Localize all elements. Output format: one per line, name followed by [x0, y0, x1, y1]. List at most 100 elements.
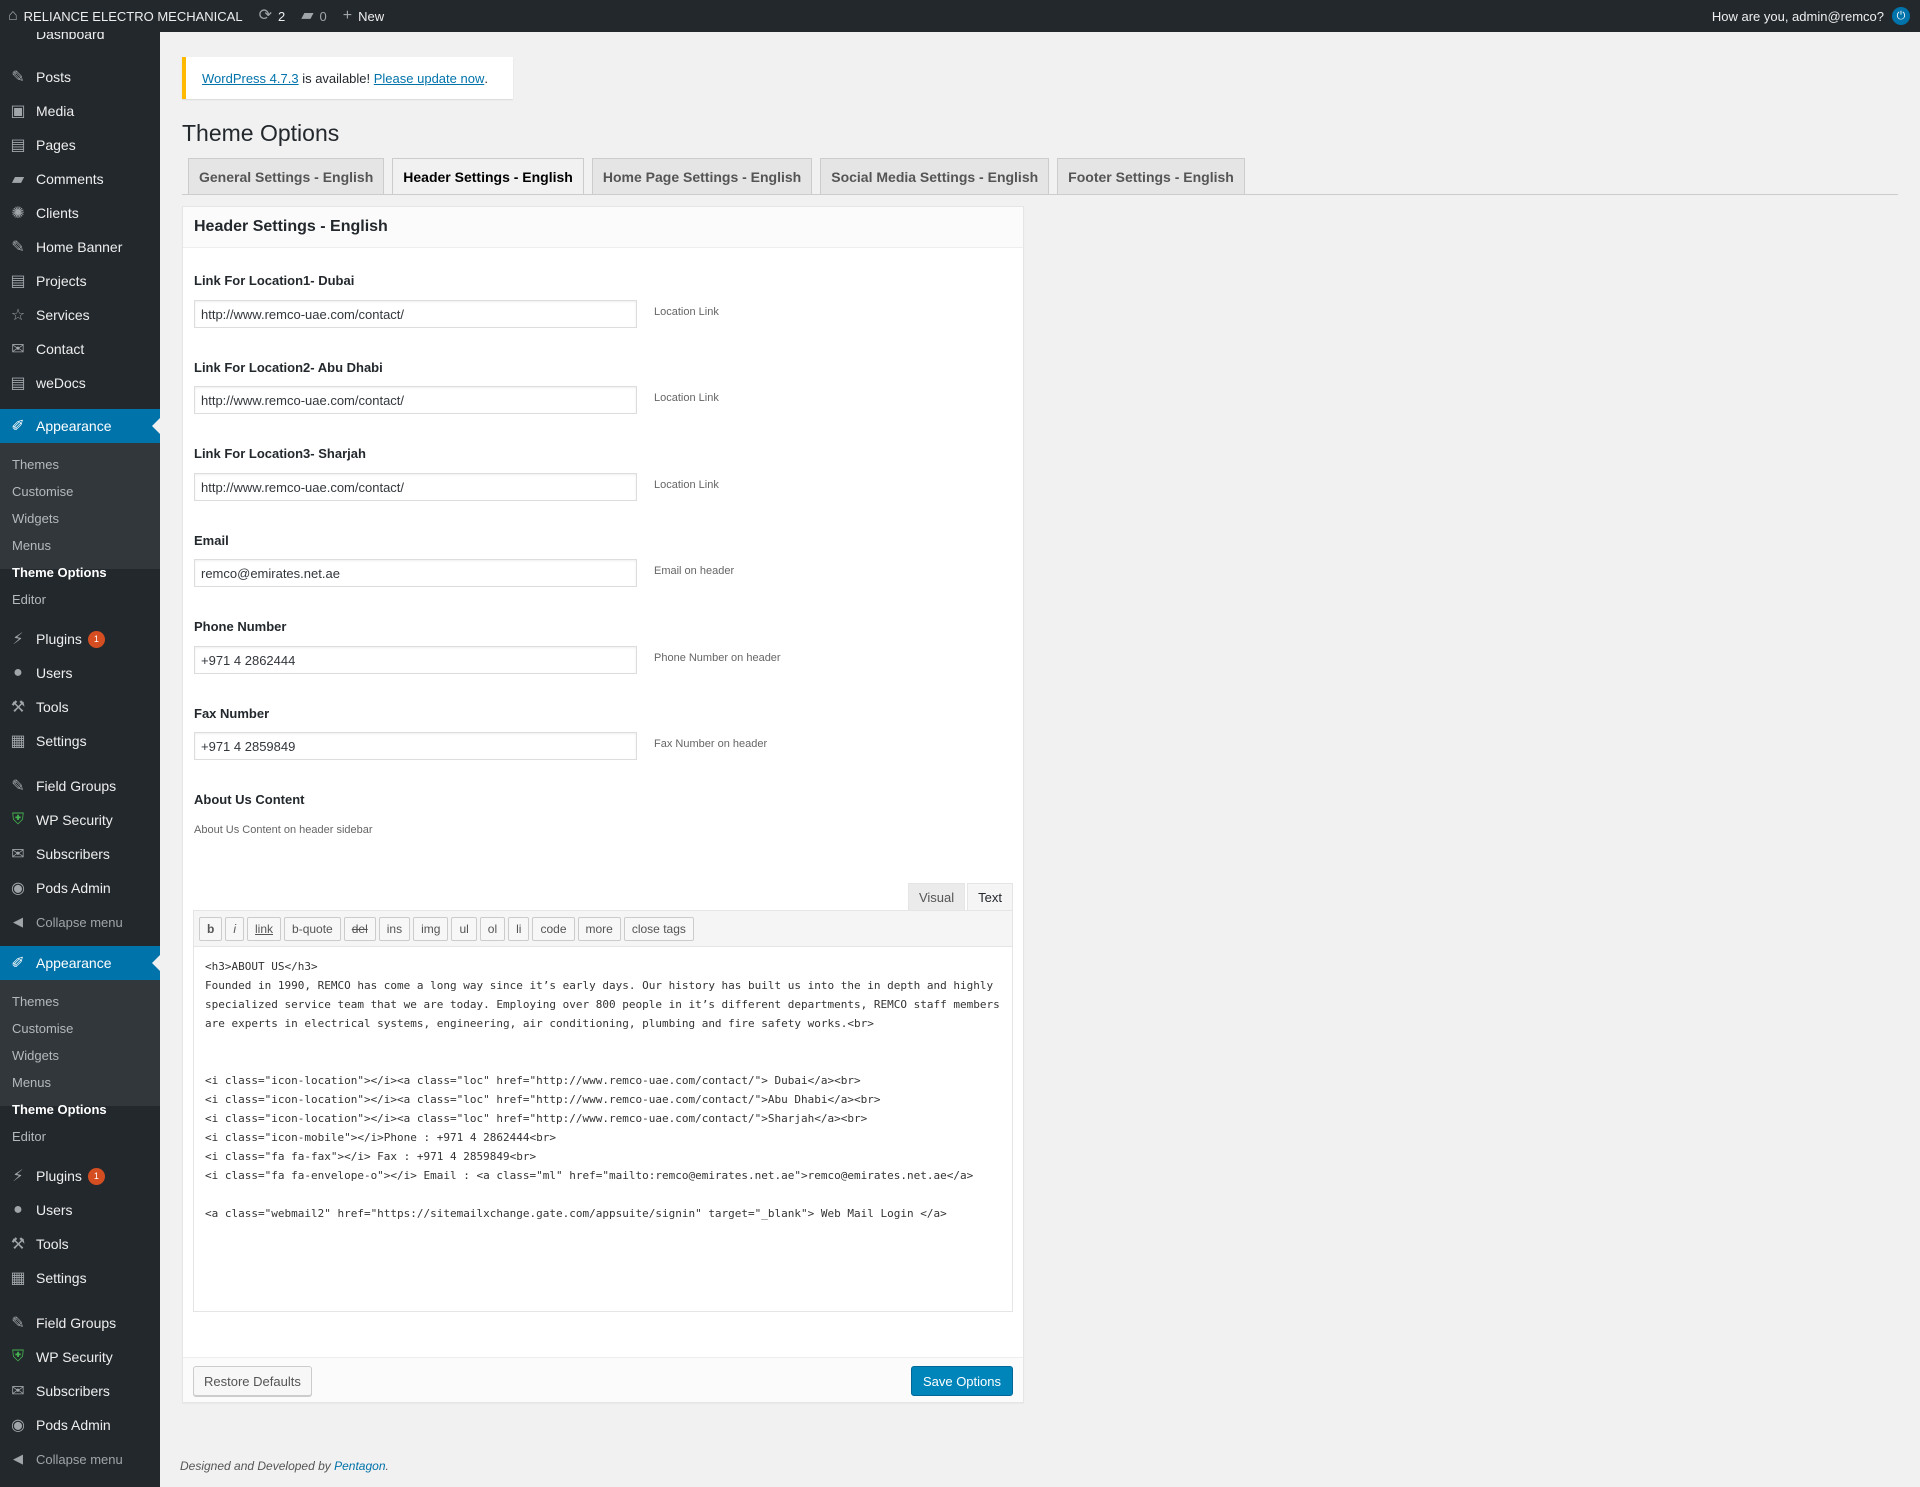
plugins-update-badge: 1: [87, 630, 105, 648]
submenu-theme-options[interactable]: Theme Options: [12, 561, 107, 583]
updates-link[interactable]: ⟳ 2: [251, 0, 294, 32]
sidebar-item-pods-admin-2[interactable]: ◉ Pods Admin: [0, 1408, 160, 1442]
sidebar-item-tools[interactable]: ⚒ Tools: [0, 690, 160, 724]
sidebar-item-label: Subscribers: [36, 846, 110, 862]
sidebar-item-label: Posts: [36, 69, 72, 85]
tab-social-media-settings[interactable]: Social Media Settings - English: [820, 158, 1050, 194]
quicktag-bold-button[interactable]: b: [199, 917, 223, 941]
sidebar-item-label: Plugins: [36, 631, 82, 647]
sidebar-item-home-banner[interactable]: ✎ Home Banner: [0, 230, 160, 264]
about-us-content-textarea[interactable]: <h3>ABOUT US</h3> Founded in 1990, REMCO…: [194, 947, 1012, 1311]
sidebar-item-label: Appearance: [36, 955, 112, 971]
field-desc-fax: Fax Number on header: [654, 738, 768, 750]
tab-footer-settings[interactable]: Footer Settings - English: [1057, 158, 1245, 194]
phone-number-input[interactable]: [194, 646, 637, 674]
sidebar-item-appearance[interactable]: ✐ Appearance: [0, 409, 160, 443]
sidebar-item-label: Services: [36, 307, 90, 323]
location2-link-input[interactable]: [194, 386, 637, 414]
submenu-widgets[interactable]: Widgets: [12, 507, 59, 529]
collapse-menu-button[interactable]: ◀ Collapse menu: [0, 905, 160, 939]
sidebar-item-users[interactable]: ● Users: [0, 656, 160, 690]
quicktag-img-button[interactable]: img: [413, 917, 449, 941]
sidebar-item-media[interactable]: ▣ Media: [0, 94, 160, 128]
fax-number-input[interactable]: [194, 732, 637, 760]
sidebar-item-services[interactable]: ☆ Services: [0, 298, 160, 332]
email-field[interactable]: [194, 559, 637, 587]
quicktag-blockquote-button[interactable]: b-quote: [284, 917, 341, 941]
sidebar-item-pods-admin[interactable]: ◉ Pods Admin: [0, 871, 160, 905]
quicktag-code-button[interactable]: code: [532, 917, 575, 941]
sidebar-item-settings[interactable]: ▦ Settings: [0, 724, 160, 758]
quicktag-li-button[interactable]: li: [508, 917, 530, 941]
sidebar-item-appearance-2[interactable]: ✐ Appearance: [0, 946, 160, 980]
tab-visual[interactable]: Visual: [907, 883, 966, 910]
quicktag-ins-button[interactable]: ins: [378, 917, 411, 941]
sidebar-item-field-groups[interactable]: ✎ Field Groups: [0, 769, 160, 803]
site-name-link[interactable]: ⌂ RELIANCE ELECTRO MECHANICAL: [0, 0, 251, 32]
field-desc-about: About Us Content on header sidebar: [194, 824, 373, 836]
sidebar-item-dashboard[interactable]: Dashboard: [0, 32, 160, 44]
pentagon-link[interactable]: Pentagon: [334, 1459, 385, 1473]
location3-link-input[interactable]: [194, 473, 637, 501]
quicktag-del-button[interactable]: del: [343, 917, 376, 941]
sidebar-item-plugins-2[interactable]: ⚡ Plugins 1: [0, 1159, 160, 1193]
submenu-themes-2[interactable]: Themes: [12, 990, 59, 1012]
submenu-menus-2[interactable]: Menus: [12, 1071, 51, 1093]
comments-link[interactable]: ▰ 0: [293, 0, 335, 32]
tab-header-settings[interactable]: Header Settings - English: [392, 158, 584, 195]
submenu-editor-2[interactable]: Editor: [12, 1125, 46, 1147]
collapse-menu-button-2[interactable]: ◀ Collapse menu: [0, 1442, 160, 1476]
quicktag-italic-button[interactable]: i: [225, 917, 245, 941]
sidebar-item-plugins[interactable]: ⚡ Plugins 1: [0, 622, 160, 656]
quicktag-more-button[interactable]: more: [577, 917, 621, 941]
sidebar-item-label: Field Groups: [36, 1315, 117, 1331]
restore-defaults-button[interactable]: Restore Defaults: [193, 1366, 312, 1396]
power-icon[interactable]: ⏻: [1892, 7, 1910, 25]
sidebar-item-subscribers[interactable]: ✉ Subscribers: [0, 837, 160, 871]
quicktag-close-tags-button[interactable]: close tags: [623, 917, 694, 941]
quicktag-ul-button[interactable]: ul: [451, 917, 477, 941]
greeting: How are you, admin@remco?: [1711, 8, 1884, 24]
sidebar-item-settings-2[interactable]: ▦ Settings: [0, 1261, 160, 1295]
tabs-divider: [182, 194, 1898, 195]
sidebar-item-wp-security[interactable]: ⛨ WP Security: [0, 803, 160, 837]
sidebar-item-subscribers-2[interactable]: ✉ Subscribers: [0, 1374, 160, 1408]
sidebar-item-label: Tools: [36, 699, 69, 715]
site-name: RELIANCE ELECTRO MECHANICAL: [23, 8, 243, 24]
sidebar-item-users-2[interactable]: ● Users: [0, 1193, 160, 1227]
tab-text[interactable]: Text: [967, 883, 1013, 910]
sidebar-item-contact[interactable]: ✉ Contact: [0, 332, 160, 366]
sidebar-item-wedocs[interactable]: ▤ weDocs: [0, 366, 160, 400]
new-content-link[interactable]: + New: [335, 0, 392, 32]
quicktag-link-button[interactable]: link: [247, 917, 282, 941]
field-label-location1: Link For Location1- Dubai: [194, 273, 355, 288]
submenu-customise-2[interactable]: Customise: [12, 1017, 73, 1039]
sidebar-item-label: Comments: [36, 171, 104, 187]
sidebar-item-field-groups-2[interactable]: ✎ Field Groups: [0, 1306, 160, 1340]
submenu-widgets-2[interactable]: Widgets: [12, 1044, 59, 1066]
account-menu[interactable]: How are you, admin@remco? ⏻: [1712, 7, 1920, 25]
panel-footer: Restore Defaults Save Options: [183, 1357, 1023, 1402]
tab-general-settings[interactable]: General Settings - English: [188, 158, 385, 194]
tab-home-page-settings[interactable]: Home Page Settings - English: [591, 158, 813, 194]
quicktag-ol-button[interactable]: ol: [479, 917, 506, 941]
submenu-menus[interactable]: Menus: [12, 534, 51, 556]
wordpress-version-link[interactable]: WordPress 4.7.3: [202, 71, 299, 86]
sidebar-item-tools-2[interactable]: ⚒ Tools: [0, 1227, 160, 1261]
submenu-editor[interactable]: Editor: [12, 588, 46, 610]
submenu-customise[interactable]: Customise: [12, 480, 73, 502]
sidebar-item-pages[interactable]: ▤ Pages: [0, 128, 160, 162]
field-desc-location1: Location Link: [654, 306, 719, 318]
page-title: Theme Options: [182, 120, 340, 146]
submenu-theme-options-2[interactable]: Theme Options: [12, 1098, 107, 1120]
location1-link-input[interactable]: [194, 300, 637, 328]
sidebar-item-projects[interactable]: ▤ Projects: [0, 264, 160, 298]
submenu-themes[interactable]: Themes: [12, 453, 59, 475]
sidebar-item-wp-security-2[interactable]: ⛨ WP Security: [0, 1340, 160, 1374]
save-options-button[interactable]: Save Options: [910, 1366, 1013, 1396]
sidebar-item-posts[interactable]: ✎ Posts: [0, 60, 160, 94]
sidebar-item-comments[interactable]: ▰ Comments: [0, 162, 160, 196]
sidebar-item-clients[interactable]: ✺ Clients: [0, 196, 160, 230]
footer-text: Designed and Developed by: [180, 1459, 335, 1473]
update-now-link[interactable]: Please update now: [374, 71, 485, 86]
